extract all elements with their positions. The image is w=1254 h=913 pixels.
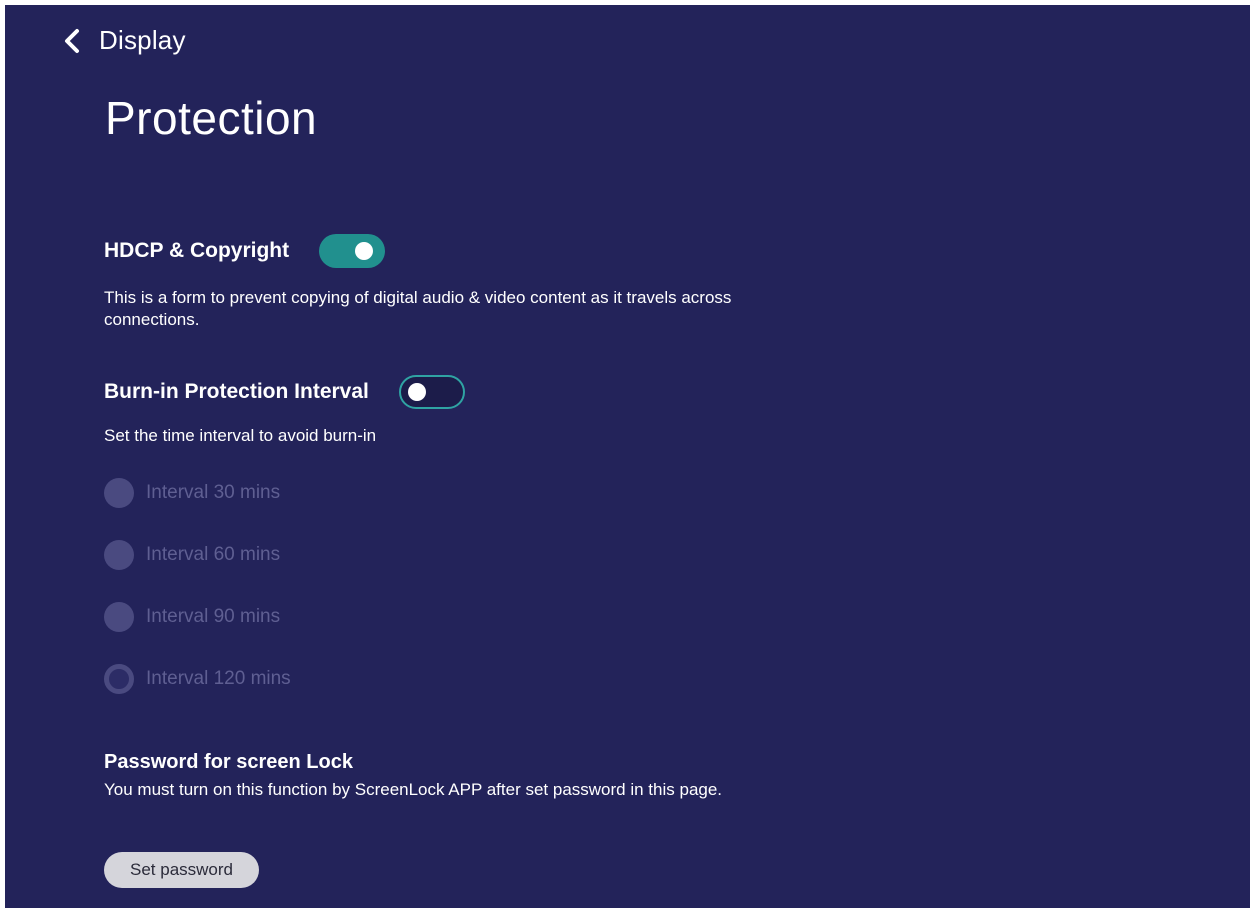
burn-in-setting: Burn-in Protection Interval [104,375,465,409]
burn-in-label: Burn-in Protection Interval [104,380,369,403]
chevron-left-icon [61,28,83,54]
interval-90-option[interactable]: Interval 90 mins [104,602,280,632]
hdcp-label: HDCP & Copyright [104,239,290,262]
radio-button-checked [104,664,134,694]
radio-button [104,602,134,632]
interval-60-option[interactable]: Interval 60 mins [104,540,280,570]
interval-option-label: Interval 60 mins [146,544,281,565]
back-button[interactable]: Display [61,25,186,56]
set-password-button[interactable]: Set password [104,852,259,888]
toggle-knob [355,242,374,260]
burn-in-toggle[interactable] [398,375,465,409]
interval-option-label: Interval 90 mins [146,606,281,627]
hdcp-description: This is a form to prevent copying of dig… [104,288,732,329]
radio-button [104,540,134,570]
page-title: Protection [105,92,318,144]
hdcp-setting: HDCP & Copyright [104,234,386,268]
settings-screen: Display Protection HDCP & Copyright This… [5,5,1250,908]
back-label: Display [99,25,186,55]
hdcp-toggle[interactable] [319,234,386,268]
toggle-knob [407,383,426,401]
screen-lock-label: Password for screen Lock [104,751,353,773]
interval-option-label: Interval 120 mins [146,668,291,689]
interval-option-label: Interval 30 mins [146,482,281,503]
screen-lock-description: You must turn on this function by Screen… [104,780,723,799]
interval-120-option[interactable]: Interval 120 mins [104,664,291,694]
radio-button [104,478,134,508]
interval-30-option[interactable]: Interval 30 mins [104,478,280,508]
burn-in-description: Set the time interval to avoid burn-in [104,426,377,445]
